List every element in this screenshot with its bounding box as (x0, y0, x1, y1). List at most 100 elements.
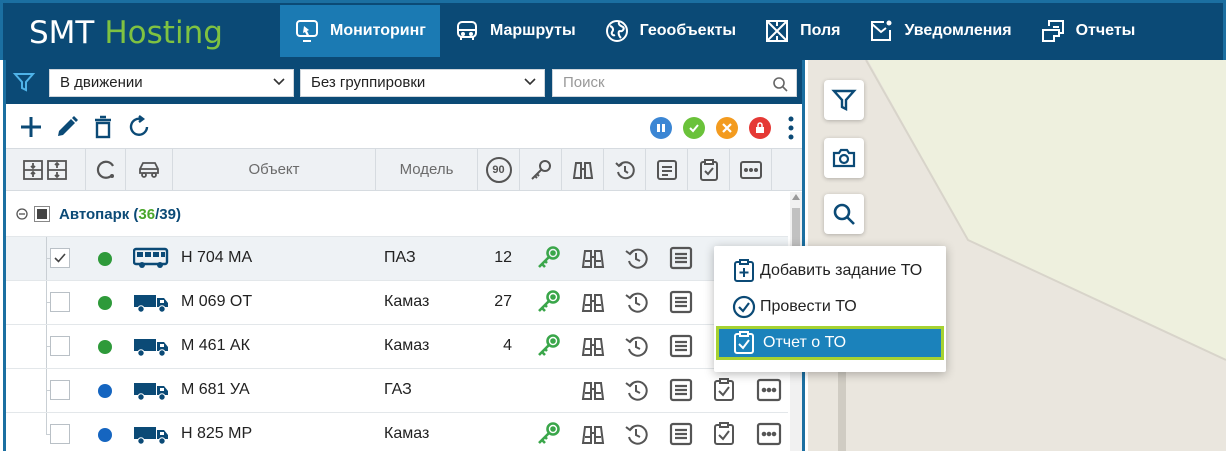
maintenance-clipboard-icon[interactable] (711, 421, 737, 447)
details-list-icon[interactable] (668, 289, 694, 315)
history-clock-icon[interactable] (623, 245, 649, 271)
model-column-header[interactable]: Модель (376, 149, 478, 190)
object-model: ГАЗ (384, 381, 412, 398)
more-column-header[interactable] (730, 149, 772, 190)
add-task-icon (734, 259, 754, 282)
edit-pencil-icon[interactable] (54, 114, 80, 140)
pause-status-icon[interactable] (650, 117, 672, 139)
nav-item-reports[interactable]: Отчеты (1026, 5, 1150, 57)
table-row[interactable]: М 681 УА ГАЗ (6, 368, 788, 413)
row-checkbox[interactable] (50, 292, 70, 312)
nav-item-routes[interactable]: Маршруты (440, 5, 590, 57)
maintenance-column-header[interactable] (688, 149, 730, 190)
vehicle-type-column[interactable] (126, 149, 173, 190)
nav-item-notifications-label: Уведомления (904, 22, 1012, 39)
lock-icon (756, 122, 764, 133)
ok-status-icon[interactable] (683, 117, 705, 139)
table-row[interactable]: М 461 АК Камаз 4 (6, 324, 788, 369)
history-clock-icon[interactable] (623, 333, 649, 359)
object-plate[interactable]: Н 825 МР (181, 425, 252, 443)
ignition-key-icon[interactable] (536, 289, 562, 315)
truck-icon (134, 295, 168, 313)
details-column-header[interactable] (646, 149, 688, 190)
search-input[interactable]: Поиск (552, 69, 797, 97)
pause-icon (657, 124, 665, 132)
ignition-key-icon[interactable] (536, 245, 562, 271)
history-column-header[interactable] (604, 149, 646, 190)
binoculars-icon (572, 161, 593, 179)
speed-column-header[interactable]: 90 (478, 149, 520, 190)
grouping-select[interactable]: Без группировки (300, 69, 545, 97)
details-list-icon[interactable] (668, 333, 694, 359)
table-row[interactable]: М 069 ОТ Камаз 27 (6, 280, 788, 325)
history-clock-icon[interactable] (623, 377, 649, 403)
history-clock-icon (614, 160, 635, 179)
object-column-header[interactable]: Объект (173, 149, 376, 190)
map-screenshot-button[interactable] (824, 138, 864, 178)
add-icon[interactable] (18, 114, 44, 140)
nav-item-notifications[interactable]: Уведомления (854, 5, 1025, 57)
row-checkbox[interactable] (50, 380, 70, 400)
binoculars-icon[interactable] (580, 245, 606, 271)
truck-icon (134, 427, 168, 445)
binoculars-icon[interactable] (580, 377, 606, 403)
nav-item-fields-label: Поля (800, 22, 841, 39)
collapse-icon[interactable] (16, 208, 28, 220)
expand-collapse-column[interactable] (6, 149, 86, 190)
binoculars-icon[interactable] (580, 333, 606, 359)
refresh-icon[interactable] (126, 114, 152, 140)
nav-item-fields[interactable]: Поля (750, 5, 854, 57)
delete-trash-icon[interactable] (90, 114, 116, 140)
ignition-key-icon[interactable] (536, 421, 562, 447)
map-filter-button[interactable] (824, 80, 864, 120)
binoculars-icon[interactable] (580, 289, 606, 315)
menu-item-maintenance-report[interactable]: Отчет о ТО (716, 326, 944, 360)
tracking-column-header[interactable] (562, 149, 604, 190)
table-row[interactable]: Н 825 МР Камаз (6, 412, 788, 451)
history-clock-icon[interactable] (623, 289, 649, 315)
binoculars-icon[interactable] (580, 421, 606, 447)
connection-column[interactable] (86, 149, 126, 190)
object-plate[interactable]: Н 704 МА (181, 249, 252, 267)
map-search-button[interactable] (824, 194, 864, 234)
group-label: Автопарк (36/39) (59, 206, 181, 223)
history-clock-icon[interactable] (623, 421, 649, 447)
object-speed: 27 (494, 293, 512, 310)
group-name: Автопарк (59, 205, 130, 223)
brand-logo[interactable]: SMT Hosting (29, 13, 223, 53)
group-counter: (36/39) (133, 205, 181, 223)
group-row[interactable]: Автопарк (36/39) (6, 192, 786, 236)
more-vertical-icon[interactable] (787, 116, 795, 140)
group-checkbox[interactable] (34, 206, 50, 222)
object-plate[interactable]: М 681 УА (181, 381, 250, 399)
details-list-icon[interactable] (668, 377, 694, 403)
table-row[interactable]: Н 704 МА ПАЗ 12 (6, 236, 788, 281)
menu-item-perform-maintenance[interactable]: Провести ТО (716, 290, 944, 324)
status-filter-select[interactable]: В движении (49, 69, 294, 97)
filter-icon[interactable] (12, 70, 36, 94)
nav-item-monitoring[interactable]: Мониторинг (280, 5, 440, 57)
details-list-icon[interactable] (668, 421, 694, 447)
object-plate[interactable]: М 069 ОТ (181, 293, 252, 311)
nav-item-geoobjects[interactable]: Геообъекты (590, 5, 750, 57)
connection-status-icon (96, 160, 114, 179)
check-icon (689, 124, 699, 133)
more-actions-icon[interactable] (756, 377, 782, 403)
locked-status-icon[interactable] (749, 117, 771, 139)
ignition-key-icon[interactable] (536, 333, 562, 359)
ignition-column-header[interactable] (520, 149, 562, 190)
object-plate[interactable]: М 461 АК (181, 337, 250, 355)
details-list-icon[interactable] (668, 245, 694, 271)
row-checkbox[interactable] (50, 248, 70, 268)
camera-icon (832, 148, 856, 168)
more-actions-icon[interactable] (756, 421, 782, 447)
object-model: ПАЗ (384, 249, 416, 266)
service-status-icon[interactable] (716, 117, 738, 139)
maintenance-clipboard-icon[interactable] (711, 377, 737, 403)
menu-item-add-maintenance-task[interactable]: Добавить задание ТО (716, 254, 944, 288)
scroll-up-arrow-icon[interactable] (792, 194, 800, 200)
row-checkbox[interactable] (50, 336, 70, 356)
connection-status-dot (98, 428, 112, 442)
search-icon (833, 203, 855, 225)
row-checkbox[interactable] (50, 424, 70, 444)
